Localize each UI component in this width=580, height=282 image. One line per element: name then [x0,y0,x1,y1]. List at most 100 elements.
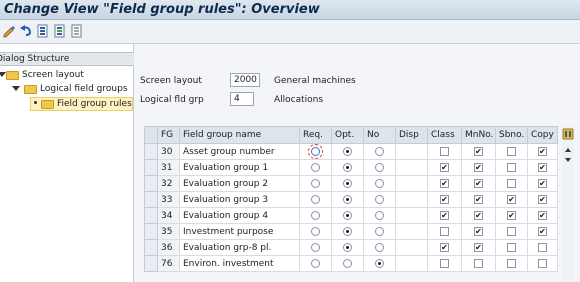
sbno-checkbox[interactable] [507,226,516,236]
undo-icon[interactable] [19,24,33,38]
display-change-icon[interactable] [2,24,16,38]
column-header-copy[interactable]: Copy [527,126,558,144]
class-checkbox[interactable]: ✔ [440,210,449,220]
mnno-checkbox[interactable]: ✔ [474,146,483,156]
opt-radio[interactable] [343,258,352,268]
sbno-checkbox[interactable] [507,258,516,268]
table-row[interactable]: 30 Asset group number ✔ ✔ [144,143,558,160]
req-radio[interactable] [311,226,320,236]
table-row[interactable]: 36 Evaluation grp-8 pl. ✔ ✔ [144,239,558,256]
table-row[interactable]: 76 Environ. investment [144,255,558,272]
column-header-req[interactable]: Req. [299,126,332,144]
row-selector[interactable] [144,255,158,272]
column-header-disp[interactable]: Disp [395,126,428,144]
tree-item-logical-field-groups[interactable]: Logical field groups [12,83,134,97]
column-header-no[interactable]: No [363,126,396,144]
req-radio[interactable] [311,162,320,172]
table-settings-icon[interactable] [562,126,574,142]
no-radio[interactable] [375,258,384,268]
class-checkbox[interactable]: ✔ [440,194,449,204]
expand-arrow-icon[interactable] [12,86,20,91]
opt-radio[interactable] [343,194,352,204]
sbno-checkbox[interactable] [507,146,516,156]
logical-fld-grp-field[interactable]: 4 [230,92,254,106]
vertical-scrollbar[interactable] [562,126,574,282]
copy-checkbox[interactable]: ✔ [538,194,547,204]
row-selector[interactable] [144,191,158,208]
table-row[interactable]: 35 Investment purpose ✔ ✔ [144,223,558,240]
opt-radio[interactable] [343,210,352,220]
no-radio[interactable] [375,162,384,172]
opt-radio[interactable] [343,178,352,188]
copy-checkbox[interactable] [538,258,547,268]
tree-item-field-group-rules[interactable]: Field group rules [30,97,133,111]
req-radio[interactable] [311,194,320,204]
no-radio[interactable] [375,226,384,236]
table-row[interactable]: 32 Evaluation group 2 ✔ ✔ ✔ [144,175,558,192]
deselect-all-icon[interactable] [70,24,84,38]
copy-checkbox[interactable]: ✔ [538,210,547,220]
no-radio[interactable] [375,242,384,252]
tree-item-screen-layout[interactable]: Screen layout [0,69,118,83]
opt-radio[interactable] [343,242,352,252]
class-checkbox[interactable]: ✔ [440,242,449,252]
sbno-checkbox[interactable] [507,162,516,172]
column-header-sbno[interactable]: Sbno. [495,126,528,144]
copy-checkbox[interactable]: ✔ [538,226,547,236]
class-checkbox[interactable] [440,226,449,236]
no-radio[interactable] [375,146,384,156]
req-radio[interactable] [311,210,320,220]
copy-checkbox[interactable] [538,242,547,252]
no-radio[interactable] [375,194,384,204]
req-radio[interactable] [311,242,320,252]
class-checkbox[interactable] [440,146,449,156]
copy-checkbox[interactable]: ✔ [538,162,547,172]
scroll-up-icon[interactable] [564,146,572,154]
row-selector[interactable] [144,223,158,240]
no-radio[interactable] [375,210,384,220]
select-all-rows-cell[interactable] [144,126,158,144]
req-cell [299,191,332,208]
row-selector[interactable] [144,175,158,192]
no-radio[interactable] [375,178,384,188]
mnno-checkbox[interactable]: ✔ [474,226,483,236]
select-block-icon[interactable] [53,24,67,38]
sbno-checkbox[interactable] [507,178,516,188]
sbno-checkbox[interactable]: ✔ [507,194,516,204]
mnno-checkbox[interactable]: ✔ [474,162,483,172]
sbno-checkbox[interactable]: ✔ [507,210,516,220]
column-header-mnno[interactable]: MnNo. [461,126,496,144]
row-selector[interactable] [144,159,158,176]
column-header-fg[interactable]: FG [157,126,180,144]
opt-radio[interactable] [343,226,352,236]
opt-radio[interactable] [343,162,352,172]
mnno-checkbox[interactable] [474,258,483,268]
mnno-checkbox[interactable]: ✔ [474,194,483,204]
mnno-checkbox[interactable]: ✔ [474,210,483,220]
table-row[interactable]: 33 Evaluation group 3 ✔ ✔ ✔ ✔ [144,191,558,208]
mnno-checkbox[interactable]: ✔ [474,178,483,188]
column-header-field-group-name[interactable]: Field group name [179,126,300,144]
copy-cell: ✔ [527,207,558,224]
copy-checkbox[interactable]: ✔ [538,178,547,188]
req-radio[interactable] [311,258,320,268]
opt-radio[interactable] [343,146,352,156]
mnno-checkbox[interactable]: ✔ [474,242,483,252]
column-header-class[interactable]: Class [427,126,462,144]
class-checkbox[interactable]: ✔ [440,162,449,172]
scroll-down-icon[interactable] [564,156,572,164]
req-radio[interactable] [311,178,320,188]
row-selector[interactable] [144,143,158,160]
row-selector[interactable] [144,239,158,256]
screen-layout-field[interactable]: 2000 [230,73,260,87]
class-checkbox[interactable] [440,258,449,268]
row-selector[interactable] [144,207,158,224]
copy-checkbox[interactable]: ✔ [538,146,547,156]
table-row[interactable]: 34 Evaluation group 4 ✔ ✔ ✔ ✔ [144,207,558,224]
class-checkbox[interactable]: ✔ [440,178,449,188]
select-all-icon[interactable] [36,24,50,38]
req-radio[interactable] [308,144,323,159]
column-header-opt[interactable]: Opt. [331,126,364,144]
table-row[interactable]: 31 Evaluation group 1 ✔ ✔ ✔ [144,159,558,176]
sbno-checkbox[interactable] [507,242,516,252]
